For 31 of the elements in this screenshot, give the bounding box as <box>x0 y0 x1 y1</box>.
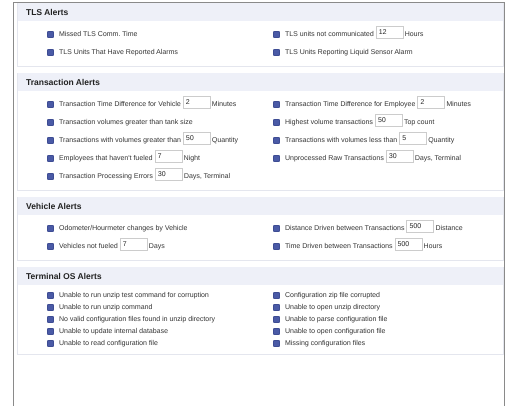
checkbox[interactable] <box>273 31 280 38</box>
checkbox[interactable] <box>47 49 54 56</box>
checkbox[interactable] <box>47 316 54 323</box>
checkbox[interactable] <box>273 101 280 108</box>
checkbox[interactable] <box>47 292 54 299</box>
checkbox[interactable] <box>273 119 280 126</box>
checkbox[interactable] <box>47 243 54 250</box>
checkbox[interactable] <box>47 328 54 335</box>
checkbox[interactable] <box>273 225 280 232</box>
checkbox[interactable] <box>273 49 280 56</box>
checkbox[interactable] <box>273 137 280 144</box>
checkbox[interactable] <box>273 243 280 250</box>
checkbox[interactable] <box>273 340 280 347</box>
checkbox[interactable] <box>273 155 280 162</box>
checkbox[interactable] <box>273 328 280 335</box>
checkbox[interactable] <box>47 340 54 347</box>
section-title: Transaction Alerts <box>18 73 503 91</box>
section-title: Terminal OS Alerts <box>18 267 503 285</box>
section-title: Vehicle Alerts <box>18 197 503 215</box>
checkbox[interactable] <box>273 316 280 323</box>
checkbox[interactable] <box>47 155 54 162</box>
checkbox[interactable] <box>47 137 54 144</box>
checkbox[interactable] <box>47 173 54 180</box>
checkbox[interactable] <box>47 304 54 311</box>
checkbox[interactable] <box>47 225 54 232</box>
checkbox[interactable] <box>47 119 54 126</box>
checkbox[interactable] <box>47 31 54 38</box>
checkbox[interactable] <box>47 101 54 108</box>
checkbox[interactable] <box>273 292 280 299</box>
section-title: TLS Alerts <box>18 3 503 21</box>
checkbox[interactable] <box>273 304 280 311</box>
